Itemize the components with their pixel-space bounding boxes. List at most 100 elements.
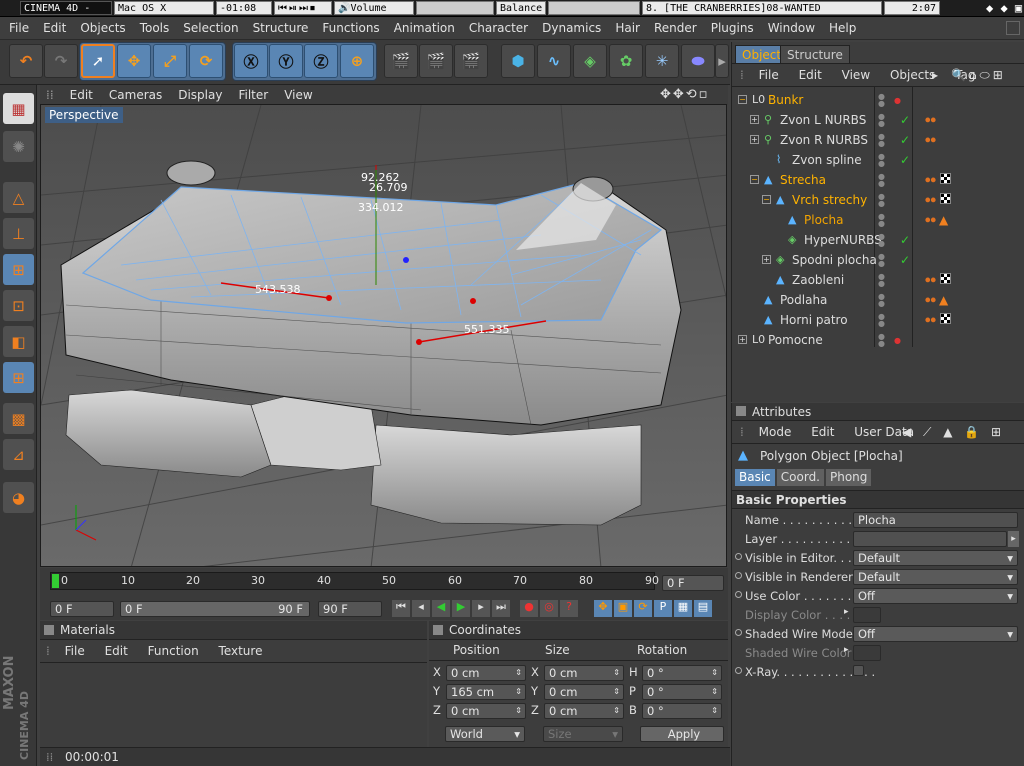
menu-objects[interactable]: Objects [73, 17, 132, 40]
move-tool-icon[interactable]: ✥ [117, 44, 151, 78]
axis-mode-icon[interactable]: ⊥ [3, 218, 34, 249]
apply-button[interactable]: Apply [640, 726, 724, 742]
current-frame-field[interactable]: 0 F [662, 575, 724, 591]
object-row[interactable]: − L0 Bunkr ● ● ● [735, 90, 1020, 110]
objects-menu-edit[interactable]: Edit [791, 68, 830, 82]
visibility-dots[interactable]: ● ● [878, 273, 885, 288]
y-axis-icon[interactable]: Ⓨ [269, 44, 303, 78]
menu-selection[interactable]: Selection [176, 17, 245, 40]
viewport-menu-filter[interactable]: Filter [230, 85, 276, 105]
sculpt-icon[interactable]: ◕ [3, 482, 34, 513]
coordinate-mode-select[interactable]: World ▾ [445, 726, 525, 742]
object-row[interactable]: − ▲ Vrch strechy ● ● ⦁⦁ [735, 190, 1020, 210]
rotate-tool-icon[interactable]: ⟳ [189, 44, 223, 78]
rotation-field[interactable]: 0 ° ⇕ [642, 684, 722, 700]
key-position-icon[interactable]: ✥ [594, 600, 612, 617]
menu-overflow-icon[interactable]: ▸ [932, 65, 938, 85]
range-slider[interactable]: 0 F 90 F [120, 601, 310, 617]
object-row[interactable]: + L0 Pomocne ● ● ● [735, 330, 1020, 350]
tab-basic[interactable]: Basic [735, 469, 775, 486]
select-tool-icon[interactable]: ➚ [81, 44, 115, 78]
objects-menu-file[interactable]: File [751, 68, 787, 82]
key-scale-icon[interactable]: ▣ [614, 600, 632, 617]
model-mode-icon[interactable]: ✺ [3, 131, 34, 162]
dropdown-select[interactable]: Off ▾ [853, 588, 1018, 604]
menu-tools[interactable]: Tools [133, 17, 177, 40]
viewport-menu-edit[interactable]: Edit [62, 85, 101, 105]
coordinate-system-icon[interactable]: ⊕ [340, 44, 374, 78]
tag-icon[interactable]: ⦁⦁ [925, 310, 936, 330]
stepper-icon[interactable]: ⇕ [515, 704, 522, 718]
menu-file[interactable]: File [0, 17, 36, 40]
more-tools-icon[interactable]: ▸ [715, 44, 729, 78]
menu-help[interactable]: Help [822, 17, 863, 40]
stepper-icon[interactable]: ⇕ [711, 685, 718, 699]
expand-toggle-icon[interactable]: − [762, 195, 771, 204]
z-axis-icon[interactable]: Ⓩ [304, 44, 338, 78]
redo-icon[interactable]: ↷ [44, 44, 78, 78]
visibility-dots[interactable]: ● ● [878, 253, 885, 268]
checkmark-icon[interactable]: ✓ [900, 110, 910, 130]
visibility-dots[interactable]: ● ● [878, 193, 885, 208]
dropdown-select[interactable]: Default ▾ [853, 569, 1018, 585]
viewport-menu-cameras[interactable]: Cameras [101, 85, 170, 105]
spline-icon[interactable]: ∿ [537, 44, 571, 78]
object-row[interactable]: + ⚲ Zvon L NURBS ● ● ✓ ⦁⦁ [735, 110, 1020, 130]
menu-render[interactable]: Render [647, 17, 704, 40]
menu-dynamics[interactable]: Dynamics [535, 17, 608, 40]
menu-edit[interactable]: Edit [36, 17, 73, 40]
rotation-field[interactable]: 0 ° ⇕ [642, 665, 722, 681]
key-pla-icon[interactable]: ▦ [674, 600, 692, 617]
position-field[interactable]: 165 cm ⇕ [446, 684, 526, 700]
end-frame-field[interactable]: 90 F [318, 601, 382, 617]
checkmark-icon[interactable]: ✓ [900, 230, 910, 250]
visibility-dots[interactable]: ● ● [878, 213, 885, 228]
tag-icon[interactable]: ⦁⦁ [925, 190, 936, 210]
materials-menu-texture[interactable]: Texture [211, 644, 271, 658]
materials-menu-file[interactable]: File [57, 644, 93, 658]
attributes-menu-edit[interactable]: Edit [803, 425, 842, 439]
window-controls[interactable]: ◆ ◆ ▣ [986, 1, 1022, 15]
object-row[interactable]: ▲ Plocha ● ● ⦁⦁ ▲ [735, 210, 1020, 230]
animatable-dot-icon[interactable] [735, 667, 742, 674]
animatable-dot-icon[interactable] [735, 629, 742, 636]
checkmark-icon[interactable]: ✓ [900, 150, 910, 170]
animatable-dot-icon[interactable] [735, 553, 742, 560]
expand-toggle-icon[interactable]: + [738, 335, 747, 344]
playhead[interactable] [52, 574, 59, 588]
render-settings-icon[interactable]: 🎬 [454, 44, 488, 78]
size-field[interactable]: 0 cm ⇕ [544, 703, 624, 719]
layer-dot-icon[interactable]: ● [894, 91, 901, 111]
attributes-nav-icons[interactable]: ◀ ⟋ ▲ 🔒 ⊞ [902, 422, 1005, 442]
stepper-icon[interactable]: ⇕ [515, 685, 522, 699]
viewport-menu-display[interactable]: Display [170, 85, 230, 105]
object-row[interactable]: ▲ Horni patro ● ● ⦁⦁ [735, 310, 1020, 330]
points-mode-icon[interactable]: ⊞ [3, 254, 34, 285]
stepper-icon[interactable]: ⇕ [515, 666, 522, 680]
size-field[interactable]: 0 cm ⇕ [544, 684, 624, 700]
position-field[interactable]: 0 cm ⇕ [446, 703, 526, 719]
stepper-icon[interactable]: ⇕ [613, 704, 620, 718]
tag-icon[interactable]: ⦁⦁ [925, 210, 936, 230]
deformer-icon[interactable]: ✳ [645, 44, 679, 78]
objects-menu-view[interactable]: View [834, 68, 878, 82]
texture-tag-icon[interactable] [940, 273, 951, 284]
stepper-icon[interactable]: ⇕ [613, 666, 620, 680]
player-controls[interactable]: ⏮⏯⏭⏹ [274, 1, 332, 15]
layer-dot-icon[interactable]: ● [894, 331, 901, 351]
key-point-icon[interactable]: ▤ [694, 600, 712, 617]
object-mode-icon[interactable]: △ [3, 182, 34, 213]
attributes-menu-mode[interactable]: Mode [751, 425, 800, 439]
object-row[interactable]: + ⚲ Zvon R NURBS ● ● ✓ ⦁⦁ [735, 130, 1020, 150]
object-row[interactable]: + ◈ Spodni plocha ● ● ✓ [735, 250, 1020, 270]
scale-tool-icon[interactable]: ⤢ [153, 44, 187, 78]
layer-field[interactable] [853, 531, 1007, 547]
checkmark-icon[interactable]: ✓ [900, 130, 910, 150]
tab-phong[interactable]: Phong [826, 469, 872, 486]
visibility-dots[interactable]: ● ● [878, 93, 885, 108]
volume-slider[interactable] [416, 1, 494, 15]
dropdown-select[interactable]: Default ▾ [853, 550, 1018, 566]
tag-icon[interactable]: ⦁⦁ [925, 110, 936, 130]
size-mode-select[interactable]: Size ▾ [543, 726, 623, 742]
autokey-icon[interactable]: ◎ [540, 600, 558, 617]
